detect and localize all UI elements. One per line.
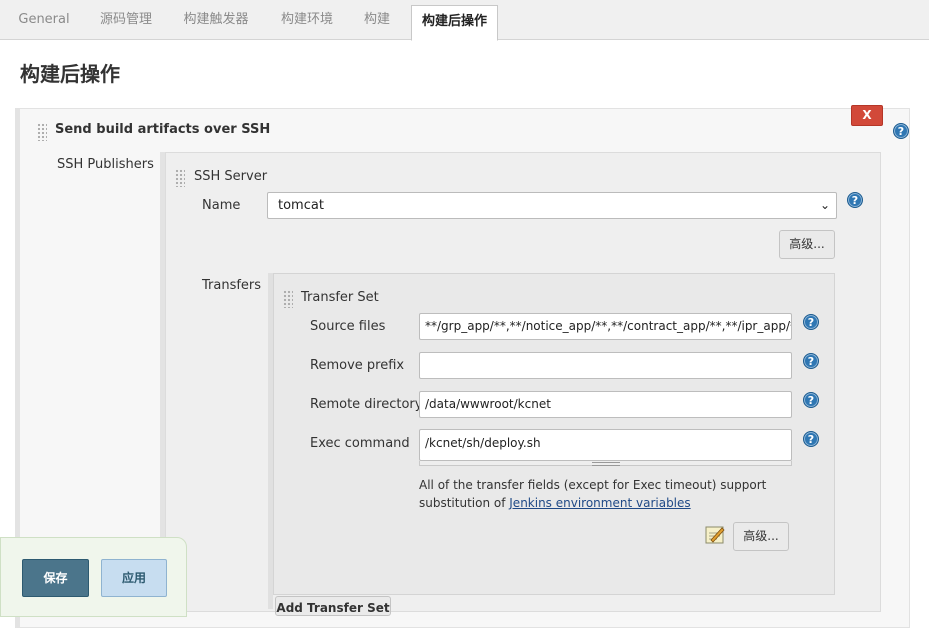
tab-bar: General 源码管理 构建触发器 构建环境 构建 构建后操作 bbox=[0, 0, 929, 41]
name-label: Name bbox=[202, 198, 241, 213]
tab-build-environment[interactable]: 构建环境 bbox=[270, 0, 344, 40]
chevron-down-icon: ⌄ bbox=[819, 198, 830, 212]
drag-handle[interactable] bbox=[175, 169, 185, 187]
transfer-advanced-button[interactable]: 高级... bbox=[733, 522, 789, 551]
delete-button[interactable]: X bbox=[851, 105, 883, 126]
server-advanced-button[interactable]: 高级... bbox=[779, 230, 835, 259]
drag-handle[interactable] bbox=[283, 290, 293, 308]
apply-button[interactable]: 应用 bbox=[101, 559, 167, 597]
substitution-note: All of the transfer fields (except for E… bbox=[419, 476, 766, 512]
tab-build-triggers[interactable]: 构建触发器 bbox=[172, 0, 260, 40]
note-line: All of the transfer fields (except for E… bbox=[419, 478, 767, 492]
exec-command-label: Exec command bbox=[310, 436, 410, 451]
remote-directory-input[interactable]: /data/wwwroot/kcnet bbox=[419, 391, 792, 418]
ssh-publishers-label: SSH Publishers bbox=[57, 157, 154, 172]
help-icon[interactable]: ? bbox=[803, 314, 819, 330]
source-files-label: Source files bbox=[310, 319, 386, 334]
section-title: Send build artifacts over SSH bbox=[55, 122, 271, 137]
server-name-value: tomcat bbox=[278, 198, 324, 213]
help-icon[interactable]: ? bbox=[847, 192, 863, 208]
tab-post-build-actions[interactable]: 构建后操作 bbox=[411, 5, 498, 41]
server-name-select[interactable]: tomcat ⌄ bbox=[267, 192, 837, 219]
remote-directory-label: Remote directory bbox=[310, 397, 423, 412]
transfer-set-title: Transfer Set bbox=[301, 290, 379, 305]
save-button[interactable]: 保存 bbox=[22, 559, 89, 597]
exec-command-textarea[interactable]: /kcnet/sh/deploy.sh bbox=[419, 429, 792, 461]
notepad-icon[interactable] bbox=[704, 523, 726, 545]
drag-handle[interactable] bbox=[37, 123, 47, 141]
source-files-input[interactable]: **/grp_app/**,**/notice_app/**,**/contra… bbox=[419, 313, 792, 340]
transfers-label: Transfers bbox=[202, 278, 262, 293]
remove-prefix-label: Remove prefix bbox=[310, 358, 405, 373]
help-icon[interactable]: ? bbox=[803, 392, 819, 408]
help-icon[interactable]: ? bbox=[803, 353, 819, 369]
tab-source-control[interactable]: 源码管理 bbox=[88, 0, 164, 40]
help-icon[interactable]: ? bbox=[893, 123, 909, 139]
remove-prefix-input[interactable] bbox=[419, 352, 792, 379]
note-line: substitution of Jenkins environment vari… bbox=[419, 494, 766, 512]
ssh-server-title: SSH Server bbox=[194, 169, 268, 184]
help-icon[interactable]: ? bbox=[803, 431, 819, 447]
env-variables-link[interactable]: Jenkins environment variables bbox=[509, 496, 690, 510]
note-prefix: substitution of bbox=[419, 496, 510, 510]
textarea-resize-handle[interactable] bbox=[419, 461, 792, 466]
page-title: 构建后操作 bbox=[20, 62, 120, 86]
tab-build[interactable]: 构建 bbox=[352, 0, 402, 40]
add-transfer-set-button[interactable]: Add Transfer Set bbox=[275, 596, 391, 616]
tab-general[interactable]: General bbox=[10, 0, 78, 40]
